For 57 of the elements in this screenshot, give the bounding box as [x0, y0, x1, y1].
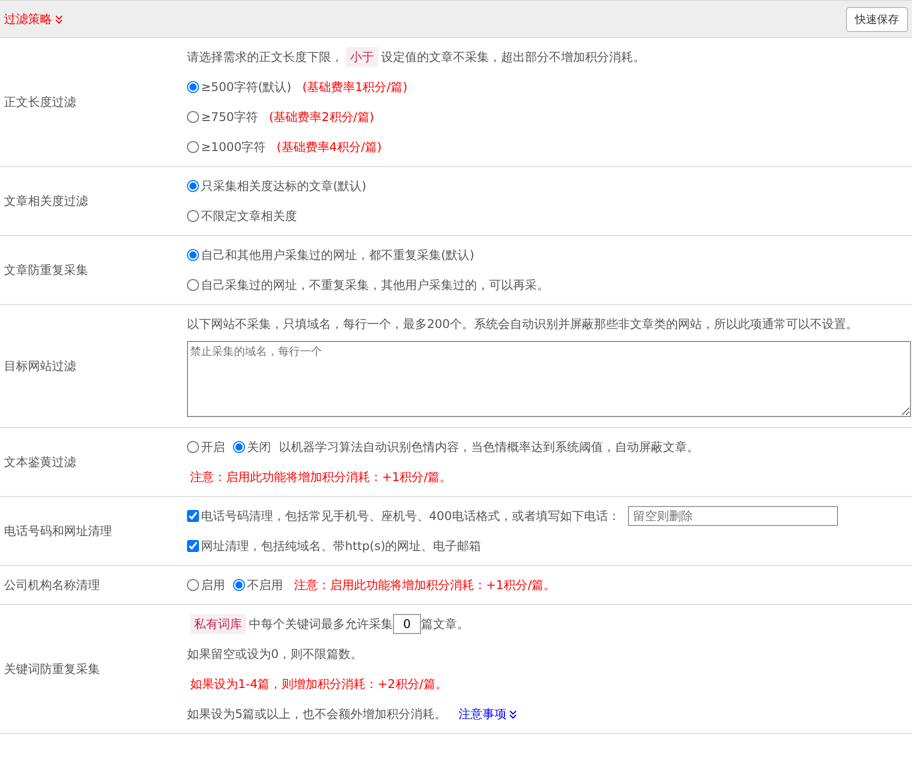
radio-button[interactable]	[187, 249, 199, 261]
radio-option[interactable]: ≥500字符(默认)	[187, 72, 292, 102]
phone-input-field[interactable]: 留空则删除	[628, 506, 838, 526]
notes-link[interactable]: 注意事项	[458, 700, 517, 728]
checkbox[interactable]	[187, 540, 199, 552]
radio-button[interactable]	[187, 210, 199, 222]
setting-label: 公司机构名称清理	[3, 576, 101, 594]
warning-text: (基础费率1积分/篇)	[302, 78, 408, 96]
description-text: 设定值的文章不采集，超出部分不增加积分消耗。	[381, 48, 645, 66]
description-text: 篇文章。	[421, 616, 469, 632]
description-text: 中每个关键词最多允许采集	[249, 616, 393, 632]
radio-button[interactable]	[187, 81, 199, 93]
radio-option[interactable]: ≥750字符	[187, 102, 258, 132]
radio-button[interactable]	[187, 180, 199, 192]
number-input-field[interactable]: 0	[393, 614, 421, 634]
setting-label: 目标网站过滤	[3, 358, 77, 374]
warning-text: 注意：启用此功能将增加积分消耗：+1积分/篇。	[294, 576, 556, 594]
radio-option[interactable]: 不启用	[233, 570, 283, 600]
radio-option[interactable]: ≥1000字符	[187, 132, 266, 162]
checkbox-option[interactable]: 电话号码清理，包括常见手机号、座机号、400电话格式，或者填写如下电话：	[187, 502, 620, 530]
setting-label: 电话号码和网址清理	[3, 522, 113, 540]
radio-option[interactable]: 自己采集过的网址，不重复采集，其他用户采集过的，可以再采。	[187, 270, 549, 300]
description-text: 如果留空或设为0，则不限篇数。	[187, 646, 363, 662]
radio-option[interactable]: 只采集相关度达标的文章(默认)	[187, 172, 366, 200]
description-text: 如果设为5篇或以上，也不会额外增加积分消耗。	[187, 706, 447, 722]
radio-button[interactable]	[187, 111, 199, 123]
radio-option[interactable]: 自己和其他用户采集过的网址，都不重复采集(默认)	[187, 240, 474, 270]
setting-label: 文章防重复采集	[3, 262, 89, 278]
highlight-tag: 小于	[346, 47, 378, 67]
radio-button[interactable]	[233, 579, 245, 591]
double-chevron-icon	[508, 710, 517, 718]
warning-text: (基础费率4积分/篇)	[276, 138, 382, 156]
radio-option[interactable]: 不限定文章相关度	[187, 202, 297, 230]
radio-option[interactable]: 启用	[187, 570, 225, 600]
radio-button[interactable]	[187, 441, 199, 453]
quick-save-button[interactable]: 快速保存	[846, 6, 908, 32]
description-text: 以下网站不采集，只填域名，每行一个，最多200个。系统会自动识别并屏蔽那些非文章类的网站，所以此项通常可以不设置。	[187, 316, 858, 332]
warning-text: (基础费率2积分/篇)	[268, 108, 374, 126]
checkbox[interactable]	[187, 510, 199, 522]
setting-label: 文本鉴黄过滤	[3, 454, 77, 470]
radio-option[interactable]: 开启	[187, 432, 225, 462]
radio-button[interactable]	[233, 441, 245, 453]
setting-label: 关键词防重复采集	[3, 660, 101, 678]
setting-label: 正文长度过滤	[3, 94, 77, 110]
double-chevron-icon	[55, 14, 63, 24]
radio-button[interactable]	[187, 141, 199, 153]
highlight-tag: 私有词库	[190, 614, 246, 634]
description-text: 请选择需求的正文长度下限，	[187, 48, 343, 66]
warning-text: 如果设为1-4篇，则增加积分消耗：+2积分/篇。	[190, 676, 448, 692]
checkbox-option[interactable]: 网址清理，包括纯域名、带http(s)的网址、电子邮箱	[187, 532, 482, 560]
setting-label: 文章相关度过滤	[3, 192, 89, 210]
radio-button[interactable]	[187, 279, 199, 291]
warning-text: 注意：启用此功能将增加积分消耗：+1积分/篇。	[190, 468, 452, 486]
radio-option[interactable]: 关闭	[233, 432, 271, 462]
domain-textarea[interactable]: 禁止采集的域名，每行一个	[187, 341, 911, 417]
radio-button[interactable]	[187, 579, 199, 591]
description-text: 以机器学习算法自动识别色情内容，当色情概率达到系统阈值，自动屏蔽文章。	[279, 438, 699, 456]
